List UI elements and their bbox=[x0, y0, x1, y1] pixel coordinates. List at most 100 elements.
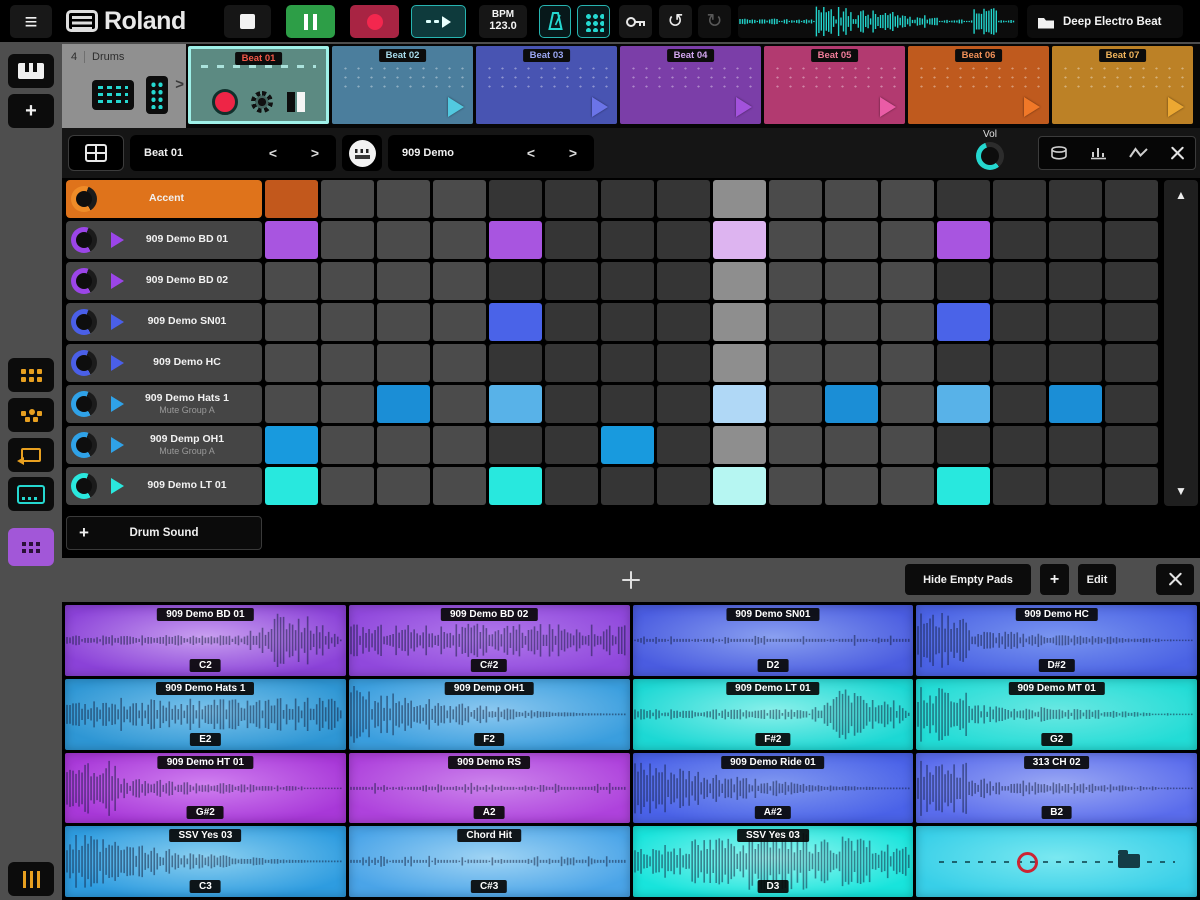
step-cell-r6-c11[interactable] bbox=[825, 385, 878, 423]
step-cell-r8-c7[interactable] bbox=[601, 467, 654, 505]
step-cell-r6-c7[interactable] bbox=[601, 385, 654, 423]
clip-beat-4[interactable]: Beat 04 bbox=[620, 46, 761, 124]
step-cell-r7-c15[interactable] bbox=[1049, 426, 1102, 464]
step-cell-r4-c14[interactable] bbox=[993, 303, 1046, 341]
drum-pad-11[interactable]: 909 Demo Ride 01A#2 bbox=[633, 753, 914, 824]
step-cell-r3-c15[interactable] bbox=[1049, 262, 1102, 300]
step-cell-r2-c9[interactable] bbox=[713, 221, 766, 259]
step-cell-r8-c6[interactable] bbox=[545, 467, 598, 505]
step-cell-r3-c16[interactable] bbox=[1105, 262, 1158, 300]
menu-button[interactable]: ≡ bbox=[10, 5, 52, 38]
clip-beat-6[interactable]: Beat 06 bbox=[908, 46, 1049, 124]
step-cell-r3-c8[interactable] bbox=[657, 262, 710, 300]
add-pad-button[interactable]: + bbox=[1040, 564, 1069, 595]
row-knob[interactable] bbox=[71, 432, 97, 458]
row-knob[interactable] bbox=[71, 268, 97, 294]
pad-view-button[interactable] bbox=[577, 5, 610, 38]
step-cell-r1-c1[interactable] bbox=[265, 180, 318, 218]
drum-machine-button[interactable] bbox=[8, 477, 54, 511]
follow-playhead-button[interactable] bbox=[411, 5, 466, 38]
step-cell-r4-c2[interactable] bbox=[321, 303, 374, 341]
step-cell-r6-c15[interactable] bbox=[1049, 385, 1102, 423]
drum-pads-view-icon[interactable] bbox=[146, 76, 168, 114]
step-cell-r5-c13[interactable] bbox=[937, 344, 990, 382]
fills-button[interactable] bbox=[1090, 145, 1108, 161]
step-cell-r5-c16[interactable] bbox=[1105, 344, 1158, 382]
clip-play-button[interactable] bbox=[1168, 97, 1184, 117]
row-header-3[interactable]: 909 Demo BD 02 bbox=[66, 262, 262, 300]
step-cell-r8-c13[interactable] bbox=[937, 467, 990, 505]
kit-selector[interactable]: 909 Demo < > bbox=[388, 135, 594, 171]
step-cell-r6-c13[interactable] bbox=[937, 385, 990, 423]
step-sequencer-button[interactable] bbox=[8, 528, 54, 566]
volume-knob[interactable] bbox=[976, 142, 1004, 170]
step-cell-r2-c11[interactable] bbox=[825, 221, 878, 259]
step-cell-r7-c16[interactable] bbox=[1105, 426, 1158, 464]
step-cell-r4-c12[interactable] bbox=[881, 303, 934, 341]
drum-pad-14[interactable]: Chord HitC#3 bbox=[349, 826, 630, 897]
row-play-button[interactable] bbox=[111, 232, 124, 248]
clip-record-button[interactable] bbox=[212, 89, 238, 115]
edit-pads-button[interactable]: Edit bbox=[1078, 564, 1116, 595]
step-cell-r4-c4[interactable] bbox=[433, 303, 486, 341]
step-cell-r2-c10[interactable] bbox=[769, 221, 822, 259]
row-header-7[interactable]: 909 Demp OH1Mute Group A bbox=[66, 426, 262, 464]
step-cell-r5-c8[interactable] bbox=[657, 344, 710, 382]
move-handle-icon[interactable] bbox=[622, 571, 640, 589]
folder-icon[interactable] bbox=[1118, 854, 1140, 868]
step-cell-r2-c3[interactable] bbox=[377, 221, 430, 259]
project-button[interactable]: Deep Electro Beat bbox=[1027, 5, 1183, 38]
step-cell-r3-c14[interactable] bbox=[993, 262, 1046, 300]
step-cell-r3-c6[interactable] bbox=[545, 262, 598, 300]
step-cell-r7-c1[interactable] bbox=[265, 426, 318, 464]
step-cell-r3-c3[interactable] bbox=[377, 262, 430, 300]
step-cell-r8-c8[interactable] bbox=[657, 467, 710, 505]
step-cell-r3-c12[interactable] bbox=[881, 262, 934, 300]
step-cell-r1-c6[interactable] bbox=[545, 180, 598, 218]
row-knob[interactable] bbox=[71, 391, 97, 417]
step-cell-r7-c3[interactable] bbox=[377, 426, 430, 464]
track-header[interactable]: 4 Drums > bbox=[62, 44, 186, 128]
step-cell-r7-c2[interactable] bbox=[321, 426, 374, 464]
step-cell-r4-c7[interactable] bbox=[601, 303, 654, 341]
metronome-button[interactable] bbox=[539, 5, 571, 38]
row-play-button[interactable] bbox=[111, 396, 124, 412]
step-cell-r1-c11[interactable] bbox=[825, 180, 878, 218]
drum-pad-16[interactable] bbox=[916, 826, 1197, 897]
row-knob[interactable] bbox=[71, 186, 97, 212]
step-cell-r3-c2[interactable] bbox=[321, 262, 374, 300]
step-cell-r7-c10[interactable] bbox=[769, 426, 822, 464]
step-cell-r2-c13[interactable] bbox=[937, 221, 990, 259]
row-knob[interactable] bbox=[71, 309, 97, 335]
step-cell-r2-c14[interactable] bbox=[993, 221, 1046, 259]
clip-play-button[interactable] bbox=[448, 97, 464, 117]
step-cell-r1-c5[interactable] bbox=[489, 180, 542, 218]
step-cell-r5-c2[interactable] bbox=[321, 344, 374, 382]
drum-pad-10[interactable]: 909 Demo RSA2 bbox=[349, 753, 630, 824]
step-cell-r2-c15[interactable] bbox=[1049, 221, 1102, 259]
mixer-button[interactable] bbox=[8, 862, 54, 896]
step-cell-r8-c12[interactable] bbox=[881, 467, 934, 505]
drum-pad-5[interactable]: 909 Demo Hats 1E2 bbox=[65, 679, 346, 750]
step-cell-r5-c10[interactable] bbox=[769, 344, 822, 382]
step-cell-r1-c4[interactable] bbox=[433, 180, 486, 218]
step-cell-r3-c9[interactable] bbox=[713, 262, 766, 300]
undo-button[interactable]: ↺ bbox=[659, 5, 692, 38]
step-cell-r3-c11[interactable] bbox=[825, 262, 878, 300]
step-cell-r5-c1[interactable] bbox=[265, 344, 318, 382]
row-play-button[interactable] bbox=[111, 478, 124, 494]
clip-play-button[interactable] bbox=[1024, 97, 1040, 117]
step-cell-r1-c7[interactable] bbox=[601, 180, 654, 218]
scroll-up-button[interactable]: ▲ bbox=[1164, 188, 1198, 202]
step-cell-r2-c6[interactable] bbox=[545, 221, 598, 259]
step-cell-r4-c10[interactable] bbox=[769, 303, 822, 341]
step-cell-r7-c9[interactable] bbox=[713, 426, 766, 464]
row-play-button[interactable] bbox=[111, 314, 124, 330]
step-cell-r4-c16[interactable] bbox=[1105, 303, 1158, 341]
drum-pad-8[interactable]: 909 Demo MT 01G2 bbox=[916, 679, 1197, 750]
add-track-button[interactable]: + bbox=[8, 94, 54, 128]
step-cell-r8-c14[interactable] bbox=[993, 467, 1046, 505]
step-cell-r2-c16[interactable] bbox=[1105, 221, 1158, 259]
step-cell-r4-c13[interactable] bbox=[937, 303, 990, 341]
step-cell-r1-c16[interactable] bbox=[1105, 180, 1158, 218]
